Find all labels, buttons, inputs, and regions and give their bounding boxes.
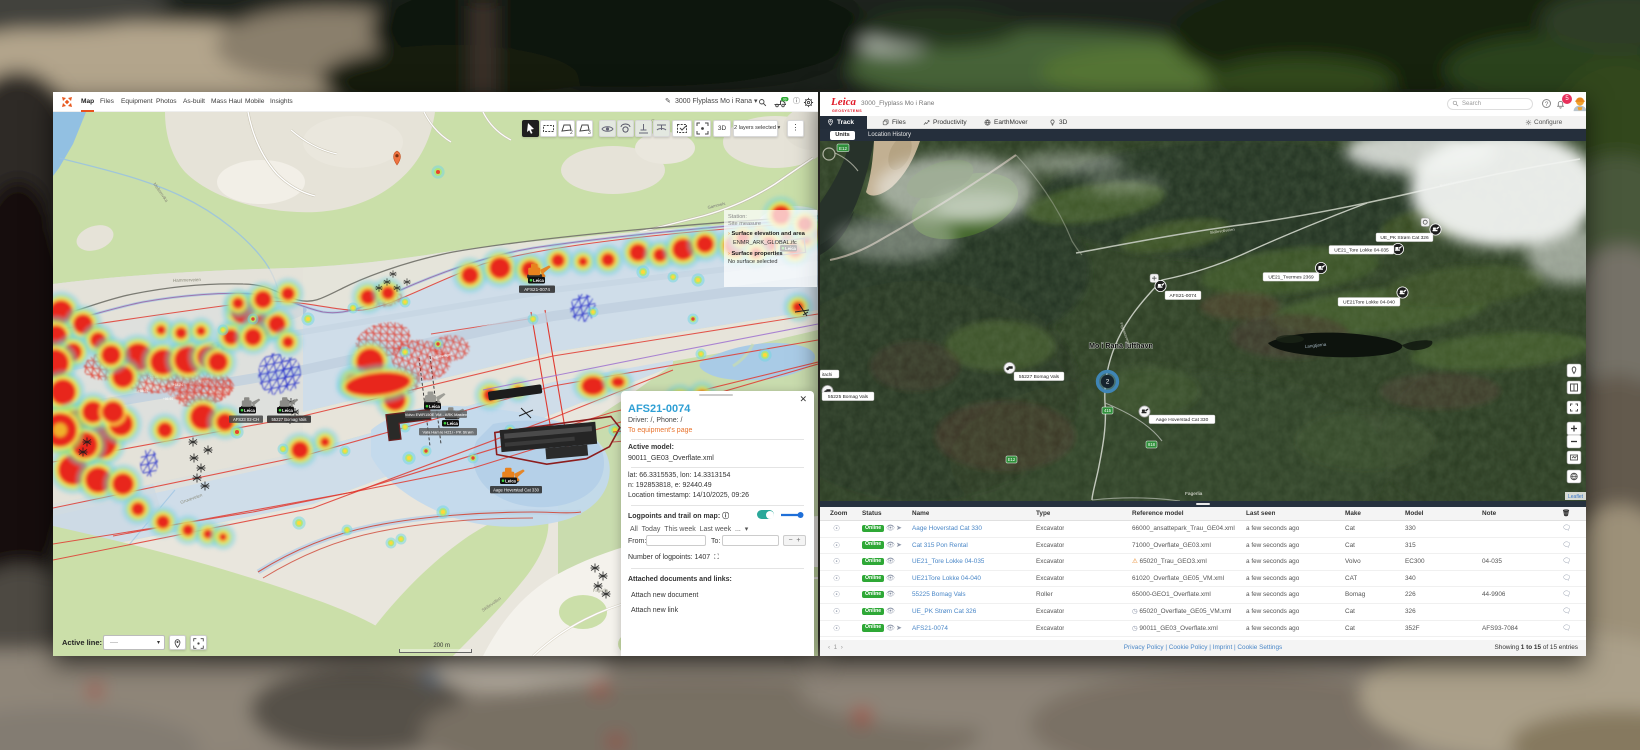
svg-text:+86.44: +86.44	[163, 397, 173, 401]
svg-text:+84.24: +84.24	[173, 383, 183, 387]
svg-text:AFS21-0074: AFS21-0074	[524, 287, 550, 292]
svg-text:UE21_Tore Lokke 04-035: UE21_Tore Lokke 04-035	[1334, 248, 1389, 254]
svg-text:Vala Hamre H21i - PK Strøm: Vala Hamre H21i - PK Strøm	[422, 429, 474, 434]
svg-text:Fagerlia: Fagerlia	[1185, 491, 1203, 497]
svg-text:55227 Bomag Vals: 55227 Bomag Vals	[271, 417, 306, 422]
svg-text:3: 3	[588, 130, 591, 136]
svg-text:Aage Hoverstad Cat 330: Aage Hoverstad Cat 330	[493, 487, 540, 492]
svg-text:818: 818	[1148, 442, 1156, 447]
svg-text:UE21Tore Lokke 04-040: UE21Tore Lokke 04-040	[1343, 300, 1395, 306]
svg-text:Leica: Leica	[447, 421, 458, 426]
svg-text:Leica: Leica	[429, 404, 440, 409]
svg-text:Leica: Leica	[533, 278, 544, 283]
svg-text:2: 2	[1106, 379, 1110, 386]
svg-text:E12: E12	[839, 146, 848, 151]
svg-text:Volvo EWR150E VM - ARK Masten: Volvo EWR150E VM - ARK Masten	[405, 412, 467, 417]
svg-text:E12: E12	[1008, 457, 1016, 462]
svg-text:AFS21-0074: AFS21-0074	[1170, 293, 1197, 299]
svg-text:AFS23 02-CH: AFS23 02-CH	[233, 417, 259, 422]
svg-text:Leica: Leica	[282, 408, 293, 413]
svg-text:2: 2	[570, 130, 573, 136]
svg-text:Leaflet: Leaflet	[1568, 494, 1584, 500]
svg-text:Fagerlia: Fagerlia	[593, 588, 609, 593]
svg-text:+85.34: +85.34	[138, 389, 148, 393]
svg-text:Aage Hoverstad Cat 330: Aage Hoverstad Cat 330	[1156, 417, 1209, 423]
svg-text:Mo i Rana lufthavn: Mo i Rana lufthavn	[1089, 341, 1153, 350]
svg-text:itachi: itachi	[822, 372, 832, 377]
svg-text:99: 99	[783, 97, 787, 101]
svg-text:Leica: Leica	[244, 408, 255, 413]
svg-text:415: 415	[1104, 408, 1112, 413]
svg-text:UE_PK Strøm Cat 326: UE_PK Strøm Cat 326	[1380, 235, 1429, 241]
svg-text:Leica: Leica	[505, 478, 516, 483]
svg-text:UE21_Tvermes 2369: UE21_Tvermes 2369	[1268, 275, 1314, 281]
svg-text:Hammerveien: Hammerveien	[173, 277, 202, 283]
svg-text:55227 Bomag Vals: 55227 Bomag Vals	[1019, 374, 1060, 380]
svg-text:55225 Bomag Vals: 55225 Bomag Vals	[828, 394, 869, 400]
